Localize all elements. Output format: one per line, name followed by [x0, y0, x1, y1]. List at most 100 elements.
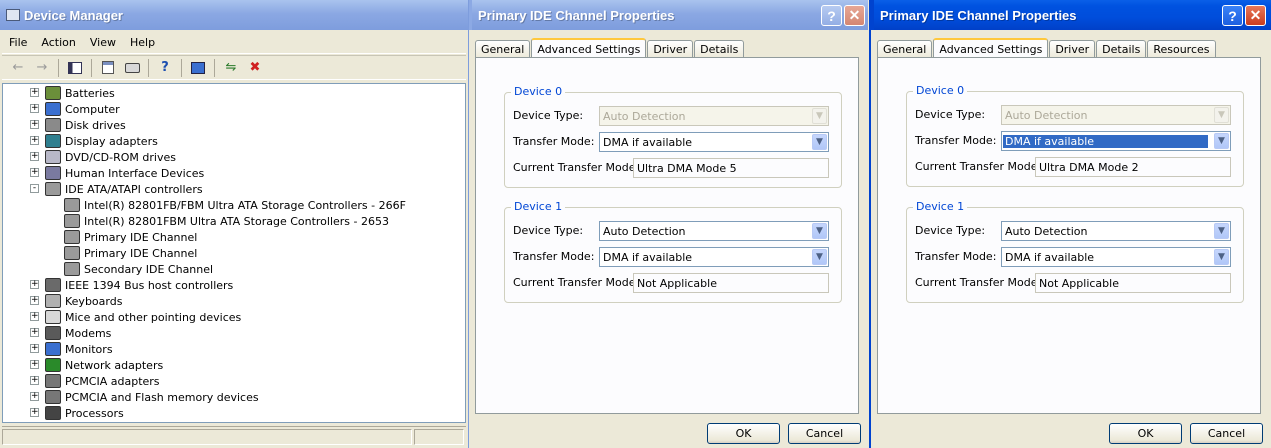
chevron-down-icon[interactable]: ▼ — [812, 134, 827, 150]
tree-item[interactable]: Secondary IDE Channel — [64, 261, 213, 277]
expand-icon[interactable]: + — [30, 168, 39, 177]
expand-icon[interactable]: + — [30, 88, 39, 97]
expand-icon[interactable]: + — [30, 328, 39, 337]
tab-driver[interactable]: Driver — [1049, 40, 1096, 58]
tab-general[interactable]: General — [877, 40, 933, 58]
dialog-2-titlebar[interactable]: Primary IDE Channel Properties ? ✕ — [871, 0, 1271, 30]
device-tree[interactable]: + Batteries + Computer + Disk drives + Display … — [2, 83, 466, 423]
status-pane — [414, 429, 464, 445]
properties-dialog-1: Primary IDE Channel Properties ? ✕ Gener… — [468, 0, 868, 448]
expand-icon[interactable]: + — [30, 104, 39, 113]
show-hide-tree-icon[interactable] — [65, 59, 85, 77]
properties-icon[interactable] — [98, 59, 118, 77]
tab-advanced-settings[interactable]: Advanced Settings — [933, 38, 1049, 59]
device-0-group: Device 0 Device Type: Auto Detection ▼ T… — [504, 85, 842, 188]
device-manager-titlebar[interactable]: Device Manager — [0, 0, 468, 30]
tree-item[interactable]: + Disk drives — [30, 117, 126, 133]
tab-resources[interactable]: Resources — [1147, 40, 1216, 58]
ok-button[interactable]: OK — [1109, 423, 1182, 444]
menu-file[interactable]: File — [2, 36, 34, 49]
forward-arrow-icon[interactable]: → — [32, 59, 52, 77]
expand-icon[interactable]: + — [30, 312, 39, 321]
device-0-legend: Device 0 — [511, 85, 566, 98]
device-0-transfer-mode-value: DMA if available — [603, 135, 693, 149]
expand-icon[interactable]: + — [30, 392, 39, 401]
chevron-down-icon[interactable]: ▼ — [1214, 133, 1229, 149]
tree-item[interactable]: + Network adapters — [30, 357, 164, 373]
expand-icon[interactable]: + — [30, 136, 39, 145]
tree-item[interactable]: + Human Interface Devices — [30, 165, 204, 181]
tree-item[interactable]: + PCMCIA adapters — [30, 373, 160, 389]
tab-details[interactable]: Details — [1096, 40, 1147, 58]
cancel-button[interactable]: Cancel — [1190, 423, 1263, 444]
ok-button[interactable]: OK — [707, 423, 780, 444]
network-icon — [45, 358, 61, 372]
tree-item[interactable]: Intel(R) 82801FBM Ultra ATA Storage Cont… — [64, 213, 389, 229]
back-arrow-icon[interactable]: ← — [8, 59, 28, 77]
tree-item[interactable]: + Processors — [30, 405, 124, 421]
ide-icon — [64, 230, 80, 244]
chevron-down-icon[interactable]: ▼ — [1214, 249, 1229, 265]
device-0-transfer-mode-select[interactable]: DMA if available ▼ — [1001, 131, 1231, 151]
expand-icon[interactable]: + — [30, 376, 39, 385]
tab-advanced-settings[interactable]: Advanced Settings — [531, 38, 647, 59]
expand-icon[interactable]: + — [30, 408, 39, 417]
tab-general[interactable]: General — [475, 40, 531, 58]
computer-icon — [45, 102, 61, 116]
device-1-transfer-mode-value: DMA if available — [1005, 250, 1095, 264]
uninstall-icon[interactable]: ✖ — [245, 59, 265, 77]
close-button[interactable]: ✕ — [1245, 5, 1266, 26]
expand-icon[interactable]: + — [30, 120, 39, 129]
chevron-down-icon[interactable]: ▼ — [1214, 223, 1229, 239]
device-1-current-value: Not Applicable — [1039, 276, 1119, 290]
tree-item[interactable]: + Batteries — [30, 85, 115, 101]
device-1-type-select[interactable]: Auto Detection ▼ — [1001, 221, 1231, 241]
tree-item[interactable]: + DVD/CD-ROM drives — [30, 149, 176, 165]
tree-item[interactable]: + Keyboards — [30, 293, 122, 309]
transfer-mode-label: Transfer Mode: — [915, 134, 997, 147]
current-transfer-mode-label: Current Transfer Mode: — [513, 276, 640, 289]
menu-action[interactable]: Action — [34, 36, 82, 49]
tree-item[interactable]: Intel(R) 82801FB/FBM Ultra ATA Storage C… — [64, 197, 406, 213]
tab-details[interactable]: Details — [694, 40, 745, 58]
expand-icon[interactable]: + — [30, 360, 39, 369]
tree-item[interactable]: + Modems — [30, 325, 111, 341]
tree-item[interactable]: + IEEE 1394 Bus host controllers — [30, 277, 233, 293]
tree-item[interactable]: + Display adapters — [30, 133, 158, 149]
device-0-transfer-mode-select[interactable]: DMA if available ▼ — [599, 132, 829, 152]
device-1-transfer-mode-select[interactable]: DMA if available ▼ — [599, 247, 829, 267]
menu-view[interactable]: View — [83, 36, 123, 49]
tree-item[interactable]: - IDE ATA/ATAPI controllers — [30, 181, 203, 197]
menu-help[interactable]: Help — [123, 36, 162, 49]
help-icon[interactable]: ? — [155, 59, 175, 77]
advanced-settings-panel: Device 0 Device Type: Auto Detection ▼ T… — [877, 57, 1261, 414]
dialog-1-titlebar[interactable]: Primary IDE Channel Properties ? ✕ — [469, 0, 868, 30]
tree-item[interactable]: + Mice and other pointing devices — [30, 309, 241, 325]
close-button[interactable]: ✕ — [844, 5, 865, 26]
tree-item-label: Network adapters — [65, 358, 164, 372]
cancel-button[interactable]: Cancel — [788, 423, 861, 444]
expand-icon[interactable]: + — [30, 344, 39, 353]
expand-icon[interactable]: + — [30, 152, 39, 161]
tree-item[interactable]: Primary IDE Channel — [64, 245, 197, 261]
device-1-transfer-mode-select[interactable]: DMA if available ▼ — [1001, 247, 1231, 267]
collapse-icon[interactable]: - — [30, 184, 39, 193]
tree-item[interactable]: + Computer — [30, 101, 120, 117]
toolbar-separator — [181, 58, 182, 77]
help-button[interactable]: ? — [821, 5, 842, 26]
dialog-title: Primary IDE Channel Properties — [478, 7, 675, 23]
tree-item[interactable]: + Monitors — [30, 341, 113, 357]
tab-driver[interactable]: Driver — [647, 40, 694, 58]
device-1-type-select[interactable]: Auto Detection ▼ — [599, 221, 829, 241]
tree-item[interactable]: Primary IDE Channel — [64, 229, 197, 245]
print-icon[interactable] — [122, 59, 142, 77]
tree-item[interactable]: + PCMCIA and Flash memory devices — [30, 389, 259, 405]
scan-hardware-icon[interactable]: ⇋ — [221, 59, 241, 77]
computer-icon[interactable] — [188, 59, 208, 77]
chevron-down-icon[interactable]: ▼ — [812, 249, 827, 265]
chevron-down-icon[interactable]: ▼ — [812, 223, 827, 239]
device-1-type-value: Auto Detection — [1005, 224, 1088, 238]
help-button[interactable]: ? — [1222, 5, 1243, 26]
expand-icon[interactable]: + — [30, 280, 39, 289]
expand-icon[interactable]: + — [30, 296, 39, 305]
